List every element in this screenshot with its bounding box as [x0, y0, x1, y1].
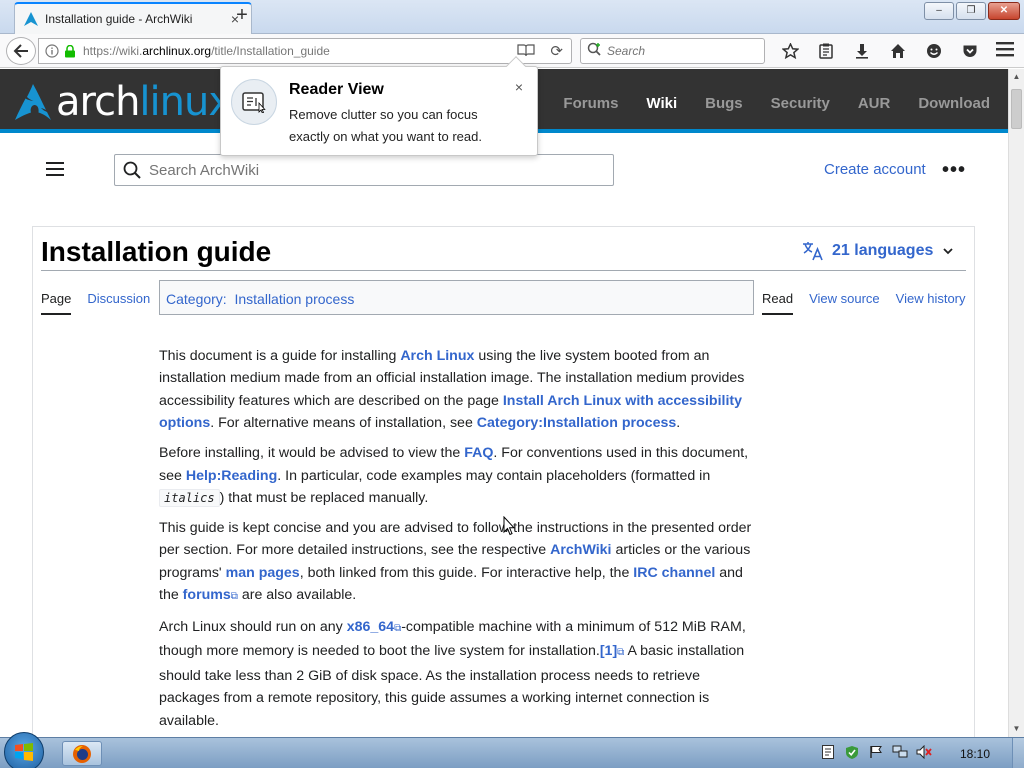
action-center-flag-icon[interactable] — [868, 744, 884, 760]
tab-page[interactable]: Page — [41, 291, 72, 315]
system-tray — [820, 744, 932, 760]
wiki-search-box[interactable] — [114, 154, 614, 186]
close-window-button[interactable]: ✕ — [988, 2, 1020, 20]
nav-security[interactable]: Security — [771, 95, 830, 112]
search-icon — [123, 161, 141, 179]
popup-title: Reader View — [289, 81, 384, 98]
browser-search-input[interactable] — [607, 44, 757, 58]
url-bar[interactable]: https://wiki.archlinux.org/title/Install… — [38, 38, 572, 64]
window-controls: – ❐ ✕ — [924, 2, 1020, 20]
home-icon[interactable] — [880, 40, 916, 62]
page-viewport: archlinux TM Forums Wiki Bugs Security A… — [0, 69, 1008, 737]
paragraph-concise: This guide is kept concise and you are a… — [159, 519, 752, 604]
tab-title: Installation guide - ArchWiki — [45, 12, 193, 26]
language-selector[interactable]: 21 languages — [802, 241, 954, 261]
reading-list-icon[interactable] — [808, 40, 844, 62]
bookmark-star-icon[interactable] — [772, 40, 808, 62]
link-man-pages[interactable]: man pages — [226, 565, 300, 581]
category-label: Category: — [166, 291, 227, 307]
nav-wiki[interactable]: Wiki — [646, 95, 677, 112]
paragraph-requirements: Arch Linux should run on any x86_64⧉-com… — [159, 618, 746, 729]
nav-bugs[interactable]: Bugs — [705, 95, 743, 112]
nav-download[interactable]: Download — [918, 95, 990, 112]
volume-muted-icon[interactable] — [916, 744, 932, 760]
download-icon[interactable] — [844, 40, 880, 62]
hello-icon[interactable] — [916, 40, 952, 62]
link-help-reading[interactable]: Help:Reading — [186, 468, 277, 484]
pocket-icon[interactable] — [952, 40, 988, 62]
taskbar-clock[interactable]: 18:10 — [960, 747, 990, 761]
browser-titlebar: Installation guide - ArchWiki × + – ❐ ✕ — [0, 0, 1024, 34]
restore-button[interactable]: ❐ — [956, 2, 986, 20]
tab-read[interactable]: Read — [762, 291, 794, 315]
title-divider — [41, 270, 966, 271]
page-title: Installation guide — [41, 236, 272, 267]
firefox-icon — [73, 744, 91, 763]
start-button[interactable] — [4, 732, 44, 768]
mouse-cursor-icon — [503, 515, 516, 541]
namespace-tabs: Page Discussion — [41, 291, 150, 315]
browser-menu-icon[interactable] — [996, 41, 1014, 62]
back-button[interactable] — [6, 37, 36, 65]
scroll-up-icon[interactable]: ▲ — [1009, 69, 1024, 85]
link-x86-64[interactable]: x86_64 — [347, 619, 394, 635]
article-body: This document is a guide for installing … — [159, 345, 757, 737]
category-box[interactable]: Category: Installation process — [159, 280, 754, 315]
page-scrollbar[interactable]: ▲ ▼ — [1008, 69, 1024, 737]
taskbar-firefox-button[interactable] — [62, 741, 102, 766]
nav-aur[interactable]: AUR — [858, 95, 891, 112]
popup-description: Remove clutter so you can focus exactly … — [289, 107, 482, 144]
new-tab-button[interactable]: + — [230, 4, 254, 28]
wiki-search-input[interactable] — [149, 161, 589, 179]
paragraph-before-installing: Before installing, it would be advised t… — [159, 445, 749, 507]
translate-icon — [803, 242, 823, 261]
reader-view-popup: Reader View Remove clutter so you can fo… — [220, 56, 538, 156]
category-link[interactable]: Installation process — [234, 291, 354, 307]
wiki-menu-icon[interactable] — [46, 162, 64, 181]
back-arrow-icon — [13, 44, 28, 58]
view-tabs: Read View source View history — [762, 291, 966, 315]
archlinux-logo[interactable]: archlinux TM — [14, 79, 245, 125]
nav-forums[interactable]: Forums — [563, 95, 618, 112]
arch-logo-icon — [15, 84, 51, 120]
popup-close-button[interactable]: × — [515, 79, 523, 95]
scroll-down-icon[interactable]: ▼ — [1009, 721, 1024, 737]
network-icon[interactable] — [892, 744, 908, 760]
link-faq[interactable]: FAQ — [464, 445, 493, 461]
link-irc-channel[interactable]: IRC channel — [633, 565, 715, 581]
search-engine-icon[interactable] — [587, 42, 603, 61]
reload-icon[interactable]: ⟳ — [550, 42, 563, 60]
link-forums[interactable]: forums — [183, 587, 231, 603]
info-icon[interactable] — [43, 42, 61, 60]
link-category-installation[interactable]: Category:Installation process — [477, 415, 676, 431]
minimize-button[interactable]: – — [924, 2, 954, 20]
create-account-link[interactable]: Create account — [824, 161, 926, 178]
tab-view-source[interactable]: View source — [809, 291, 880, 315]
link-arch-linux[interactable]: Arch Linux — [400, 348, 474, 364]
scroll-thumb[interactable] — [1011, 89, 1022, 129]
paragraph-intro: This document is a guide for installing … — [159, 348, 745, 432]
link-archwiki[interactable]: ArchWiki — [550, 542, 611, 558]
security-shield-icon[interactable] — [844, 744, 860, 760]
tab-discussion[interactable]: Discussion — [87, 291, 150, 315]
link-ref-1[interactable]: [1] — [600, 643, 617, 659]
tab-view-history[interactable]: View history — [896, 291, 966, 315]
lock-icon[interactable] — [61, 42, 79, 60]
tray-document-icon[interactable] — [820, 744, 836, 760]
browser-search-bar[interactable] — [580, 38, 765, 64]
show-desktop-button[interactable] — [1012, 738, 1024, 768]
code-italics: italics — [159, 488, 220, 507]
reader-view-icon — [231, 79, 277, 125]
chevron-down-icon — [943, 244, 954, 258]
windows-logo-icon — [15, 743, 33, 761]
url-text[interactable]: https://wiki.archlinux.org/title/Install… — [83, 44, 330, 58]
taskbar: 18:10 — [0, 732, 1024, 768]
more-options-icon[interactable]: ••• — [942, 159, 966, 182]
language-count: 21 languages — [832, 242, 934, 259]
external-link-icon: ⧉ — [230, 591, 238, 603]
toolbar-icons — [772, 40, 988, 62]
arch-main-nav: Forums Wiki Bugs Security AUR Download — [563, 95, 990, 112]
browser-tab[interactable]: Installation guide - ArchWiki × — [14, 2, 252, 34]
arch-favicon-icon — [23, 11, 39, 27]
